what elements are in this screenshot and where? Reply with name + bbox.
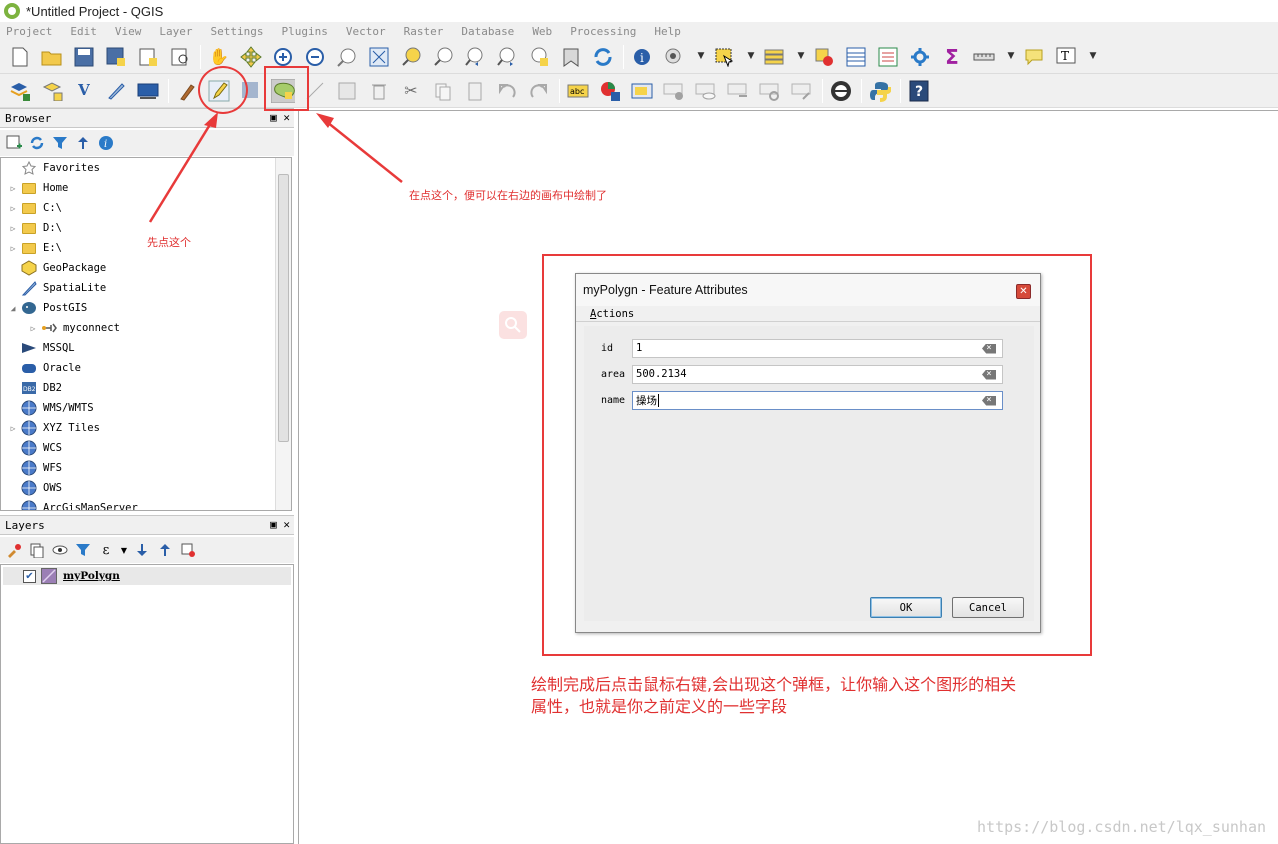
close-icon[interactable]: ✕	[1016, 284, 1031, 299]
cancel-button[interactable]: Cancel	[952, 597, 1024, 618]
watermark: https://blog.csdn.net/lqx_sunhan	[977, 818, 1266, 836]
arrow-to-toggle-editing	[148, 117, 216, 223]
annotation-third-line-2: 属性，也就是你之前定义的一些字段	[531, 697, 788, 716]
arrowhead-toggle-editing	[204, 112, 218, 128]
feature-attributes-dialog: myPolygn - Feature Attributes ✕ Actions …	[575, 273, 1041, 633]
field-row-id: id 1	[584, 338, 1003, 358]
area-field[interactable]: 500.2134	[632, 364, 1003, 384]
dialog-title: myPolygn - Feature Attributes	[583, 283, 748, 297]
dialog-title-bar: myPolygn - Feature Attributes ✕	[576, 274, 1040, 306]
clear-field-icon[interactable]	[982, 344, 996, 354]
annotation-second-step: 在点这个，便可以在右边的画布中绘制了	[409, 189, 607, 202]
arrow-to-add-polygon	[321, 117, 403, 183]
field-row-area: area 500.2134	[584, 364, 1003, 384]
text-cursor	[658, 393, 659, 407]
field-label-name: name	[601, 394, 626, 406]
annotation-first-step: 先点这个	[147, 236, 191, 249]
annotation-box	[264, 66, 309, 111]
actions-menu[interactable]: Actions	[590, 308, 634, 320]
name-field-value: 操场	[636, 394, 657, 407]
annotation-third-step: 绘制完成后点击鼠标右键,会出现这个弹框，让你输入这个图形的相关 属性，也就是你之…	[531, 674, 1016, 718]
annotation-circle	[198, 66, 248, 114]
clear-field-icon[interactable]	[982, 396, 996, 406]
field-label-id: id	[601, 342, 614, 354]
field-label-area: area	[601, 368, 626, 380]
annotation-third-line-1: 绘制完成后点击鼠标右键,会出现这个弹框，让你输入这个图形的相关	[531, 675, 1017, 694]
id-field[interactable]: 1	[632, 338, 1003, 358]
area-field-value: 500.2134	[636, 368, 687, 380]
name-field[interactable]: 操场	[632, 390, 1003, 410]
id-field-value: 1	[636, 342, 643, 354]
dialog-body: id 1 area 500.2134 name 操场	[584, 326, 1034, 621]
ok-button[interactable]: OK	[870, 597, 942, 618]
clear-field-icon[interactable]	[982, 370, 996, 380]
field-row-name: name 操场	[584, 390, 1003, 410]
dialog-menu-bar: Actions	[576, 306, 1040, 322]
